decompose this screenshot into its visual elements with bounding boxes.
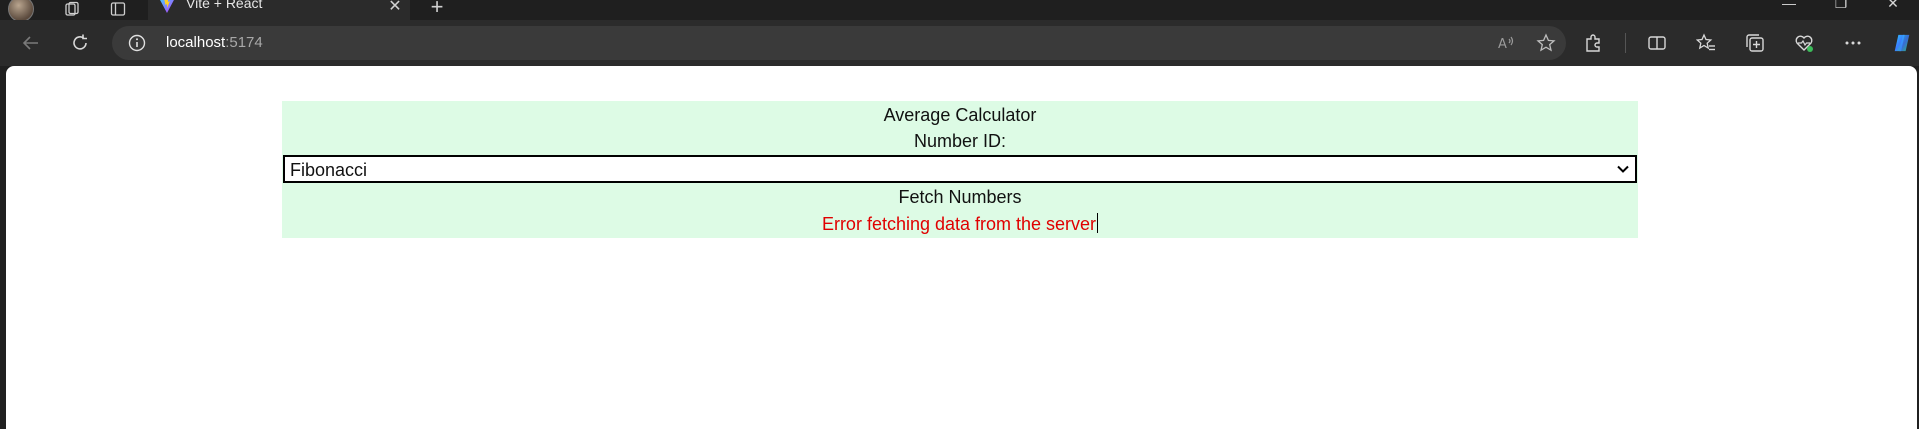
page-viewport: Average Calculator Number ID: Fibonacci …	[6, 66, 1917, 429]
toolbar-icons	[1582, 32, 1919, 54]
workspaces-icon[interactable]	[64, 1, 80, 17]
back-icon[interactable]	[19, 31, 43, 55]
url-port: :5174	[225, 34, 263, 51]
minimize-icon[interactable]: —	[1763, 0, 1815, 15]
browser-tab[interactable]: Vite + React ✕	[148, 0, 410, 20]
toolbar-divider	[1625, 33, 1626, 53]
number-id-select[interactable]: Fibonacci	[283, 155, 1637, 183]
vertical-tabs-icon[interactable]	[110, 1, 126, 17]
more-options-icon[interactable]	[1842, 32, 1864, 54]
chevron-down-icon	[1617, 165, 1629, 173]
refresh-icon[interactable]	[68, 31, 92, 55]
window-controls: — ❐ ✕	[1763, 0, 1919, 15]
address-bar[interactable]: localhost:5174 A	[112, 26, 1566, 60]
profile-avatar[interactable]	[8, 0, 34, 22]
address-bar-actions: A	[1496, 33, 1556, 53]
browser-toolbar: localhost:5174 A	[0, 20, 1919, 66]
fetch-numbers-button[interactable]: Fetch Numbers	[282, 187, 1638, 208]
svg-text:A: A	[1498, 37, 1507, 52]
number-id-label: Number ID:	[913, 131, 1007, 151]
read-aloud-icon[interactable]: A	[1496, 33, 1516, 53]
url-text[interactable]: localhost:5174	[166, 34, 263, 51]
url-host: localhost	[166, 34, 226, 51]
browser-essentials-icon[interactable]	[1793, 32, 1815, 54]
favorite-star-icon[interactable]	[1536, 33, 1556, 53]
copilot-icon[interactable]	[1891, 32, 1913, 54]
favorites-icon[interactable]	[1695, 32, 1717, 54]
error-message: Error fetching data from the server	[282, 213, 1638, 235]
tab-close-icon[interactable]: ✕	[386, 0, 404, 16]
tab-title: Vite + React	[186, 0, 263, 11]
title-bar-left	[8, 0, 126, 22]
average-calculator-panel: Average Calculator Number ID: Fibonacci …	[282, 101, 1638, 238]
page-title: Average Calculator	[883, 105, 1037, 125]
restore-icon[interactable]: ❐	[1815, 0, 1867, 15]
split-screen-icon[interactable]	[1646, 32, 1668, 54]
collections-icon[interactable]	[1744, 32, 1766, 54]
title-bar: Vite + React ✕ + — ❐ ✕	[0, 0, 1919, 22]
new-tab-icon[interactable]: +	[426, 0, 448, 20]
text-cursor	[1097, 213, 1099, 233]
close-window-icon[interactable]: ✕	[1867, 0, 1919, 15]
extensions-icon[interactable]	[1582, 32, 1604, 54]
number-id-select-value: Fibonacci	[290, 160, 368, 180]
site-info-icon[interactable]	[128, 34, 146, 52]
error-message-text: Error fetching data from the server	[821, 214, 1097, 234]
vite-logo-icon	[160, 0, 174, 13]
